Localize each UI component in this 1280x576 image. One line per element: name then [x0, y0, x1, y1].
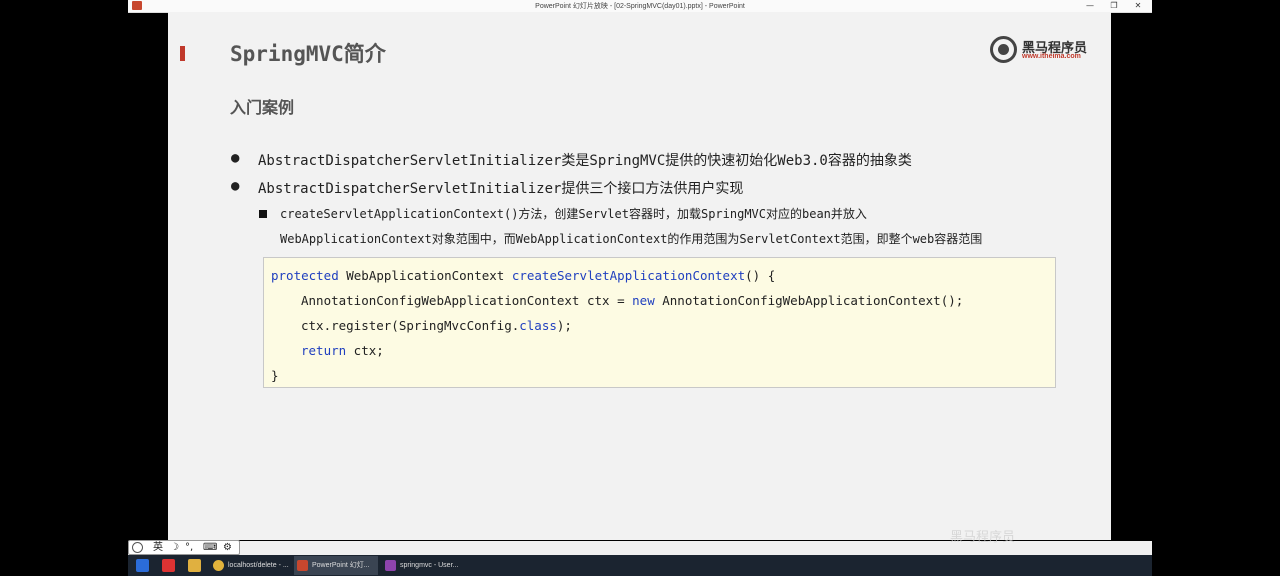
bullet-dot-icon: ● [231, 178, 240, 194]
ime-logo-icon[interactable] [132, 542, 143, 553]
punctuation-icon[interactable]: °, [185, 541, 193, 554]
code-line-5: } [271, 368, 279, 383]
intellij-icon [385, 560, 396, 571]
maximize-button[interactable]: ❐ [1102, 0, 1126, 12]
logo-url: www.itheima.com [1022, 53, 1081, 60]
code-block: protected WebApplicationContext createSe… [263, 257, 1056, 388]
logo-mark-icon [990, 36, 1017, 63]
taskbar: localhost/delete - ... PowerPoint 幻灯... … [128, 555, 1152, 576]
file-explorer-icon[interactable] [188, 559, 201, 572]
code-line-2: AnnotationConfigWebApplicationContext ct… [301, 293, 964, 308]
window-title: PowerPoint 幻灯片放映 - [02-SpringMVC(day01).… [535, 3, 745, 10]
watermark-overlay: 黑马程序员 [950, 530, 1016, 545]
taskbar-item-chrome[interactable]: localhost/delete - ... [210, 556, 290, 575]
app-pinned-icon[interactable] [162, 559, 175, 572]
bullet-text: AbstractDispatcherServletInitializer类是Sp… [258, 153, 912, 169]
taskbar-item-intellij[interactable]: springmvc - User... [382, 556, 466, 575]
chrome-icon [213, 560, 224, 571]
taskbar-item-powerpoint[interactable]: PowerPoint 幻灯... [294, 556, 378, 575]
bullet-dot-icon: ● [231, 150, 240, 166]
close-button[interactable]: ✕ [1126, 0, 1150, 12]
code-line-3: ctx.register(SpringMvcConfig.class); [301, 318, 572, 333]
bullet-item: ● AbstractDispatcherServletInitializer提供… [231, 178, 744, 198]
itheima-logo: 黑马程序员 www.itheima.com [990, 34, 1090, 66]
bullet-text: AbstractDispatcherServletInitializer提供三个… [258, 181, 744, 197]
sub-bullet-item: createServletApplicationContext()方法，创建Se… [259, 202, 983, 252]
title-accent-bar [180, 46, 185, 61]
powerpoint-icon [297, 560, 308, 571]
slide-subtitle: 入门案例 [230, 98, 295, 117]
start-windows-icon[interactable] [136, 559, 149, 572]
sub-bullet-line-1: createServletApplicationContext()方法，创建Se… [280, 207, 867, 221]
bullet-item: ● AbstractDispatcherServletInitializer类是… [231, 150, 912, 170]
slide: SpringMVC简介 黑马程序员 www.itheima.com 入门案例 ●… [168, 12, 1111, 540]
sub-bullet-line-2: WebApplicationContext对象范围中，而WebApplicati… [280, 232, 983, 246]
keyboard-icon[interactable]: ⌨ [203, 541, 217, 554]
code-line-4: return ctx; [301, 343, 384, 358]
minimize-button[interactable]: — [1078, 0, 1102, 12]
ime-settings-icon[interactable]: ⚙ [223, 541, 232, 554]
square-bullet-icon [259, 210, 267, 218]
code-line-1: protected WebApplicationContext createSe… [271, 268, 776, 283]
ime-language-toggle[interactable]: 英 [153, 541, 163, 554]
slide-title: SpringMVC简介 [230, 42, 386, 66]
moon-icon[interactable]: ☽ [170, 541, 179, 554]
ime-toolbar[interactable]: 英 ☽ °, ⌨ ⚙ [128, 540, 240, 555]
